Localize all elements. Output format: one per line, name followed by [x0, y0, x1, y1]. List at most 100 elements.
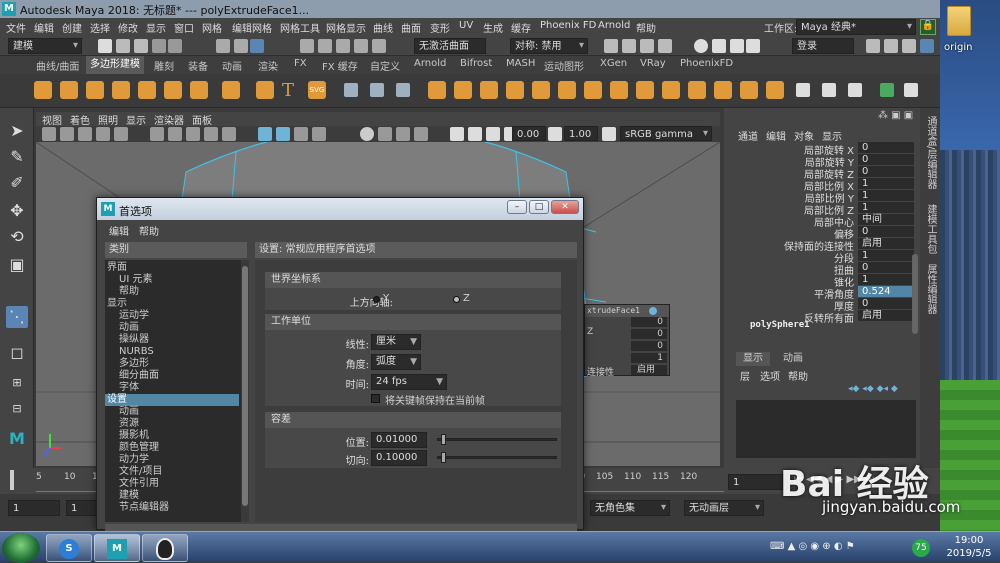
film-gate-icon[interactable]	[150, 127, 164, 141]
shelf-tab-fx[interactable]: FX	[290, 58, 311, 69]
shelf-tab-custom[interactable]: 自定义	[366, 58, 404, 73]
menu-phoenixfd[interactable]: Phoenix FD	[540, 20, 596, 31]
paint-icon[interactable]	[822, 83, 836, 97]
poly-cone-icon[interactable]	[112, 81, 130, 99]
shelf-tab-mash[interactable]: MASH	[502, 58, 539, 69]
taskbar-app-browser[interactable]: S	[46, 534, 92, 562]
position-slider-thumb[interactable]	[441, 434, 446, 445]
layer-menu-options[interactable]: 选项	[760, 368, 780, 383]
up-axis-z-radio[interactable]	[453, 296, 460, 303]
rotate-tool-icon[interactable]: ⟲	[6, 226, 28, 248]
boolean-icon[interactable]	[532, 81, 550, 99]
mirror-icon[interactable]	[558, 81, 576, 99]
symmetry-dropdown[interactable]: 对称: 禁用 ▾	[510, 38, 588, 54]
category-subdivs[interactable]: 细分曲面	[119, 370, 159, 382]
start-frame-field[interactable]: 1	[8, 500, 60, 516]
quad-draw-icon[interactable]	[848, 83, 862, 97]
current-frame-marker[interactable]	[10, 470, 14, 490]
category-polygons[interactable]: 多边形	[119, 358, 149, 370]
layer-tab-animation[interactable]: 动画	[776, 352, 810, 366]
sculpt-icon[interactable]	[796, 83, 810, 97]
desktop-folder-label[interactable]: origin	[944, 42, 972, 53]
menu-window[interactable]: 窗口	[174, 20, 194, 35]
extrude-value-4[interactable]: 1	[631, 353, 667, 363]
side-tab-attribute-editor[interactable]: 属性编辑器	[923, 264, 938, 314]
attr-row-keep-faces[interactable]: 保持面的连接性 启用	[724, 238, 914, 253]
multicut-icon[interactable]	[740, 81, 758, 99]
category-display[interactable]: 显示	[107, 298, 127, 310]
extrude-value-1[interactable]: 0	[631, 317, 667, 327]
uv-icon[interactable]	[396, 83, 410, 97]
snap-view-icon[interactable]	[354, 39, 368, 53]
live-surface-field[interactable]: 无激活曲面	[414, 38, 486, 54]
smooth-shade-icon[interactable]	[276, 127, 290, 141]
ao-icon[interactable]	[378, 127, 392, 141]
modeling-toolkit-icon[interactable]	[866, 39, 880, 53]
attr-row-local-rotate-z[interactable]: 局部旋转 Z0	[724, 166, 914, 181]
cb-menu-edit[interactable]: 编辑	[766, 128, 786, 143]
menu-deform[interactable]: 变形	[430, 20, 450, 35]
menu-curves[interactable]: 曲线	[373, 20, 393, 35]
paint-select-icon[interactable]: ✐	[6, 172, 28, 194]
attr-value[interactable]: 1	[858, 202, 914, 213]
cb-menu-channels[interactable]: 通道	[738, 128, 758, 143]
world-coord-title[interactable]: 世界坐标系	[265, 272, 561, 288]
attr-row-local-rotate-x[interactable]: 局部旋转 X0	[724, 142, 914, 157]
menu-mesh-display[interactable]: 网格显示	[326, 20, 366, 35]
cb-menu-object[interactable]: 对象	[794, 128, 814, 143]
folder-icon[interactable]	[947, 6, 971, 36]
bookmark-icon[interactable]	[78, 127, 92, 141]
working-units-title[interactable]: 工作单位	[265, 314, 561, 330]
attr-value[interactable]: 1	[858, 274, 914, 285]
category-node-editor[interactable]: 节点编辑器	[119, 502, 169, 514]
shelf-tab-sculpting[interactable]: 雕刻	[150, 58, 178, 73]
workspace-dropdown[interactable]: Maya 经典* ▾	[796, 19, 916, 35]
snap-point-icon[interactable]	[336, 39, 350, 53]
color-mgmt-icon[interactable]	[602, 127, 616, 141]
grid-icon[interactable]	[114, 127, 128, 141]
side-tab-channel-box[interactable]: 通道盒/层编辑器	[923, 116, 938, 189]
textured-icon[interactable]	[294, 127, 308, 141]
layer-tab-display[interactable]: 显示	[736, 352, 770, 366]
anim-layer-dropdown[interactable]: 无动画层 ▾	[684, 500, 764, 516]
attr-value[interactable]: 0	[858, 166, 914, 177]
attr-row-thickness[interactable]: 厚度 0	[724, 298, 914, 313]
tool-settings-icon[interactable]	[902, 39, 916, 53]
shadows-icon[interactable]	[360, 127, 374, 141]
camera-attr-icon[interactable]	[60, 127, 74, 141]
side-tab-modeling-toolkit[interactable]: 建模工具包	[923, 204, 938, 254]
attr-row-local-scale-x[interactable]: 局部比例 X1	[724, 178, 914, 193]
menu-edit-mesh[interactable]: 编辑网格	[232, 20, 272, 35]
gate-mask-icon[interactable]	[186, 127, 200, 141]
xray-joints-icon[interactable]	[486, 127, 500, 141]
category-file-references[interactable]: 文件引用	[119, 478, 159, 490]
pause-icon[interactable]	[746, 39, 760, 53]
attr-value[interactable]: 0	[858, 226, 914, 237]
menu-mesh-tools[interactable]: 网格工具	[280, 20, 320, 35]
smooth-icon[interactable]	[506, 81, 524, 99]
exposure-field[interactable]: 0.00	[512, 126, 546, 141]
angle-dropdown[interactable]: 弧度 ▼	[371, 354, 421, 370]
wireframe-icon[interactable]	[258, 127, 272, 141]
single-view-icon[interactable]: ◻	[6, 342, 28, 364]
shelf-tab-curves[interactable]: 曲线/曲面	[32, 58, 83, 73]
shelf-tab-motion-graphics[interactable]: 运动图形	[540, 58, 588, 73]
snap-curve-icon[interactable]	[318, 39, 332, 53]
scrollbar-thumb[interactable]	[242, 266, 248, 506]
bevel-icon[interactable]	[344, 83, 358, 97]
shelf-tab-xgen[interactable]: XGen	[596, 58, 631, 69]
append-icon[interactable]	[584, 81, 602, 99]
layer-menu-layers[interactable]: 层	[740, 368, 750, 383]
record-icon[interactable]	[694, 39, 708, 53]
category-files-projects[interactable]: 文件/项目	[119, 466, 162, 478]
extrude-icon[interactable]	[610, 81, 628, 99]
categories-scrollbar[interactable]	[241, 260, 249, 522]
channel-box-icon[interactable]	[920, 39, 934, 53]
gamma-icon[interactable]	[548, 127, 562, 141]
position-slider[interactable]	[437, 438, 557, 441]
category-display-animation[interactable]: 动画	[119, 322, 139, 334]
attr-value[interactable]: 1	[858, 250, 914, 261]
undo-icon[interactable]	[152, 39, 166, 53]
vp-menu-lighting[interactable]: 照明	[98, 112, 118, 127]
node-name[interactable]: polySphere1	[750, 320, 810, 330]
